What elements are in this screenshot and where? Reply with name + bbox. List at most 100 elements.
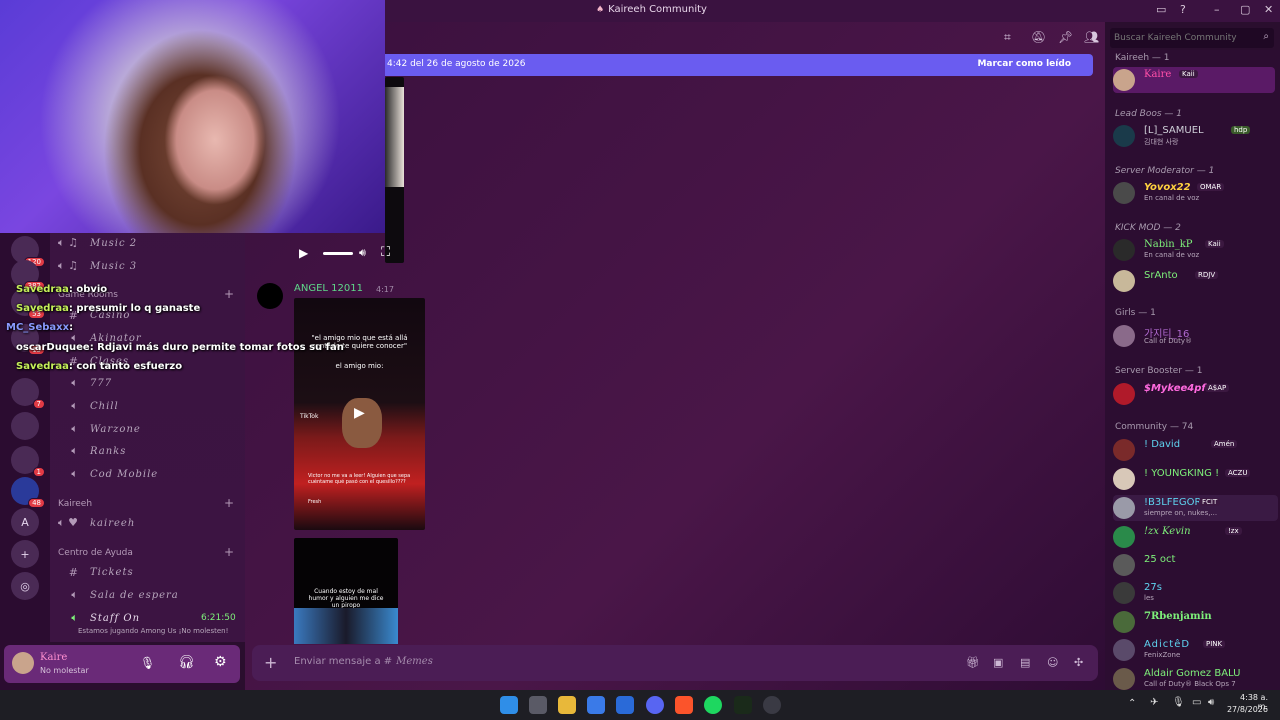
member-list: Kaireeh — 1 Kaire Kaii Lead Boos — 1 [L]…	[1105, 50, 1280, 690]
member-item[interactable]: Aldair Gomez BALU Call of Duty® Black Op…	[1113, 666, 1275, 692]
avatar	[1113, 497, 1135, 519]
voice-channel[interactable]: 🔈︎ Sala de espera	[50, 585, 245, 605]
mic-tray-icon[interactable]: 🎙︎	[1172, 697, 1185, 708]
message-author[interactable]: ANGEL 12011	[294, 283, 363, 294]
member-item[interactable]: 7Rbenjamin	[1113, 609, 1275, 635]
members-icon[interactable]: 👥︎	[1084, 30, 1099, 44]
add-channel-icon[interactable]: +	[224, 496, 234, 510]
play-icon[interactable]: ▶	[354, 405, 365, 421]
member-item[interactable]: !B3LFEGOR FCIT siempre on, nukes,...	[1113, 495, 1278, 521]
tiktok-video[interactable]: "el amigo mio que está allá sentado te q…	[294, 298, 425, 530]
message-time: 4:17	[376, 285, 394, 294]
avatar	[1113, 270, 1135, 292]
member-item[interactable]: AdictêD PINK FenixZone	[1113, 637, 1275, 663]
settings-icon[interactable]: ⚙	[214, 654, 227, 670]
tray-chevron-icon[interactable]: ⌃	[1128, 698, 1136, 709]
discover-icon[interactable]: ◎	[11, 572, 39, 600]
taskbar: ⌃ ✈ 🎙︎ ▭ 🔊︎ 4:38 a. m. 27/8/2026	[0, 690, 1280, 720]
clock-date[interactable]: 27/8/2026	[1226, 705, 1268, 714]
stream-chat-line: oscarDuquee: Rdjavi más duro permite tom…	[16, 342, 344, 353]
video-embed[interactable]: Cuando estoy de mal humor y alguien me d…	[294, 538, 398, 644]
file-explorer-icon[interactable]	[558, 696, 576, 714]
inbox-icon[interactable]: ▭	[1156, 3, 1166, 16]
add-server-icon[interactable]: +	[11, 540, 39, 568]
member-item[interactable]: ! David Amén	[1113, 437, 1275, 463]
server-icon[interactable]: 7	[11, 378, 45, 409]
voice-channel[interactable]: 🔈︎ Warzone	[50, 419, 245, 439]
message-input[interactable]: Enviar mensaje a # Memes	[294, 656, 433, 667]
server-icon[interactable]: 48	[11, 477, 45, 508]
member-item[interactable]: Kaire Kaii	[1113, 67, 1275, 93]
mark-read-button[interactable]: Marcar como leído	[977, 59, 1071, 69]
help-icon[interactable]: ?	[1180, 3, 1186, 16]
search-input[interactable]	[1114, 31, 1254, 45]
volume-slider[interactable]	[323, 252, 353, 255]
member-item[interactable]: 27s les	[1113, 580, 1275, 606]
close-button[interactable]: ✕	[1264, 3, 1273, 16]
speaker-icon: 🔈︎ ♫	[58, 236, 78, 249]
kick-icon[interactable]	[734, 696, 752, 714]
member-item[interactable]: SrAnto RDJV	[1113, 268, 1275, 294]
text-channel[interactable]: # Tickets	[50, 562, 245, 582]
voice-channel[interactable]: 🔈︎ 777	[50, 373, 245, 393]
member-item[interactable]: 가지티_16 Call of Duty®	[1113, 323, 1275, 349]
member-item[interactable]: !zx Kevin !zx	[1113, 524, 1275, 550]
emoji-icon[interactable]: ☺	[1047, 656, 1058, 669]
stream-chat-line: Savedraa: presumir lo q ganaste	[16, 303, 201, 314]
app-icon[interactable]	[763, 696, 781, 714]
avatar	[1113, 611, 1135, 633]
store-icon[interactable]	[587, 696, 605, 714]
voice-channel[interactable]: 🔈︎ ♫ Music 2	[50, 233, 245, 253]
network-icon[interactable]: ▭	[1192, 697, 1201, 708]
voice-channel[interactable]: 🔈︎ Ranks	[50, 441, 245, 461]
voice-channel[interactable]: 🔈︎ ♥ kaireeh	[50, 513, 245, 533]
fullscreen-icon[interactable]: ⛶	[381, 245, 390, 260]
server-icon[interactable]: 1	[11, 446, 45, 477]
voice-channel[interactable]: 🔈︎ Cod Mobile	[50, 464, 245, 484]
mute-icon[interactable]: 🔕︎	[1031, 30, 1046, 44]
voice-channel-active[interactable]: 🔈︎ Staff On 6:21:50	[50, 608, 245, 628]
category-kaireeh[interactable]: Kaireeh	[58, 499, 92, 509]
server-letter[interactable]: A	[11, 508, 39, 536]
minimize-button[interactable]: –	[1214, 3, 1220, 16]
avatar	[1113, 125, 1135, 147]
member-item[interactable]: ! YOUNGKING ! ACZU	[1113, 466, 1275, 492]
avatar[interactable]	[12, 652, 34, 674]
member-item[interactable]: [L]_SAMUEL hdp 김대현 사랑	[1113, 123, 1275, 149]
discord-icon[interactable]	[646, 696, 664, 714]
start-icon[interactable]	[500, 696, 518, 714]
task-view-icon[interactable]	[529, 696, 547, 714]
apps-icon[interactable]: ✣	[1074, 656, 1083, 669]
app-icon[interactable]	[616, 696, 634, 714]
category-help[interactable]: Centro de Ayuda	[58, 548, 133, 558]
pin-icon[interactable]: 📌︎	[1058, 30, 1073, 44]
voice-channel[interactable]: 🔈︎ Chill	[50, 396, 245, 416]
maximize-button[interactable]: ▢	[1240, 3, 1250, 16]
attach-button[interactable]: +	[264, 653, 277, 672]
server-icon[interactable]	[11, 412, 39, 440]
spotify-icon[interactable]	[704, 696, 722, 714]
add-channel-icon[interactable]: +	[224, 545, 234, 559]
unread-banner[interactable]: 4:42 del 26 de agosto de 2026 Marcar com…	[385, 54, 1093, 76]
add-channel-icon[interactable]: +	[224, 287, 234, 301]
gift-icon[interactable]: 🎁︎	[966, 656, 980, 669]
mic-icon[interactable]: 🎙︎	[140, 656, 155, 670]
brave-icon[interactable]	[675, 696, 693, 714]
headphones-icon[interactable]: 🎧︎	[178, 655, 195, 670]
avatar	[1113, 468, 1135, 490]
member-item[interactable]: Nabin_kP Kaii En canal de voz	[1113, 237, 1275, 263]
threads-icon[interactable]: ⌗	[1004, 30, 1011, 45]
play-icon[interactable]: ▶	[299, 246, 308, 260]
voice-channel[interactable]: 🔈︎ ♫ Music 3	[50, 256, 245, 276]
sticker-icon[interactable]: ▤	[1020, 656, 1030, 669]
member-item[interactable]: 25 oct	[1113, 552, 1275, 578]
message-avatar[interactable]	[257, 283, 283, 309]
member-item[interactable]: Yovox22 OMAR En canal de voz	[1113, 180, 1275, 206]
video-embed[interactable]	[385, 77, 404, 263]
member-item[interactable]: $Mykee4pf A$AP	[1113, 381, 1275, 407]
avatar	[1113, 239, 1135, 261]
volume-icon[interactable]: 🔊︎	[359, 246, 366, 260]
volume-icon[interactable]: 🔊︎	[1208, 697, 1214, 708]
tray-icon[interactable]: ✈	[1150, 697, 1158, 708]
gif-icon[interactable]: ▣	[993, 656, 1003, 669]
